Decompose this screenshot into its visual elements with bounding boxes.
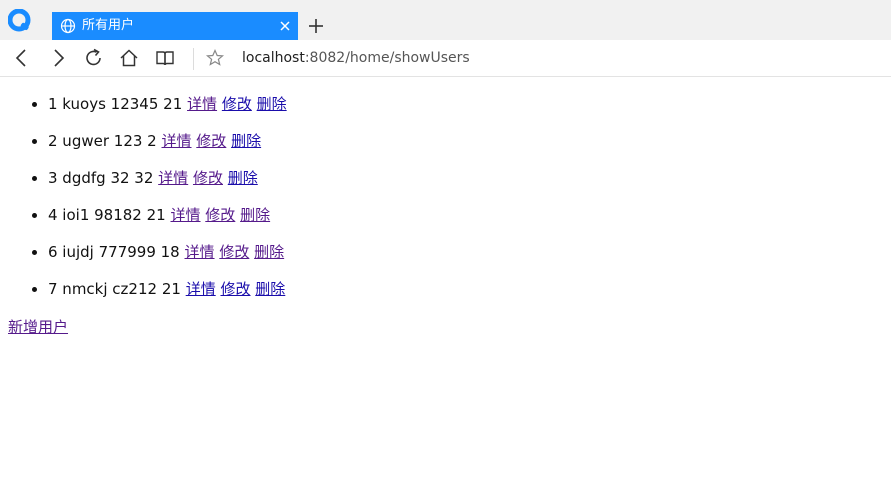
favorite-star-icon[interactable] <box>205 48 225 68</box>
delete-link[interactable]: 删除 <box>228 169 258 187</box>
delete-link[interactable]: 删除 <box>255 280 285 298</box>
close-tab-icon[interactable] <box>278 19 292 33</box>
back-arrow-icon[interactable] <box>12 48 32 68</box>
user-info: 7 nmckj cz212 21 <box>48 280 181 298</box>
user-row: 2 ugwer 123 2 详情 修改 删除 <box>48 131 287 168</box>
detail-link[interactable]: 详情 <box>171 206 201 224</box>
detail-link[interactable]: 详情 <box>187 95 217 113</box>
delete-link[interactable]: 删除 <box>240 206 270 224</box>
edit-link[interactable]: 修改 <box>222 95 252 113</box>
user-list: 1 kuoys 12345 21 详情 修改 删除 2 ugwer 123 2 … <box>0 94 287 316</box>
user-row: 6 iujdj 777999 18 详情 修改 删除 <box>48 242 287 279</box>
address-host: localhost <box>242 50 305 66</box>
reload-icon[interactable] <box>84 48 104 68</box>
navigation-toolbar: localhost:8082/home/showUsers <box>0 40 891 77</box>
edit-link[interactable]: 修改 <box>219 243 249 261</box>
user-row: 7 nmckj cz212 21 详情 修改 删除 <box>48 279 287 316</box>
edit-link[interactable]: 修改 <box>196 132 226 150</box>
delete-link[interactable]: 删除 <box>257 95 287 113</box>
edit-link[interactable]: 修改 <box>205 206 235 224</box>
address-bar[interactable]: localhost:8082/home/showUsers <box>242 49 470 67</box>
user-row: 3 dgdfg 32 32 详情 修改 删除 <box>48 168 287 205</box>
delete-link[interactable]: 删除 <box>231 132 261 150</box>
globe-icon <box>60 18 76 34</box>
detail-link[interactable]: 详情 <box>162 132 192 150</box>
delete-link[interactable]: 删除 <box>254 243 284 261</box>
home-icon[interactable] <box>119 48 139 68</box>
user-info: 3 dgdfg 32 32 <box>48 169 154 187</box>
detail-link[interactable]: 详情 <box>185 243 215 261</box>
forward-arrow-icon[interactable] <box>48 48 68 68</box>
user-info: 6 iujdj 777999 18 <box>48 243 180 261</box>
user-row: 4 ioi1 98182 21 详情 修改 删除 <box>48 205 287 242</box>
detail-link[interactable]: 详情 <box>186 280 216 298</box>
edit-link[interactable]: 修改 <box>193 169 223 187</box>
browser-window: 所有用户 localhost:8082/home/showUsers • 1 k… <box>0 0 891 491</box>
reading-view-book-icon[interactable] <box>155 48 175 68</box>
edit-link[interactable]: 修改 <box>220 280 250 298</box>
user-row: 1 kuoys 12345 21 详情 修改 删除 <box>48 94 287 131</box>
user-info: 4 ioi1 98182 21 <box>48 206 166 224</box>
user-info: 1 kuoys 12345 21 <box>48 95 183 113</box>
toolbar-divider <box>193 48 194 70</box>
new-tab-plus-icon[interactable] <box>306 16 326 36</box>
tab-strip: 所有用户 <box>0 0 891 40</box>
user-info: 2 ugwer 123 2 <box>48 132 157 150</box>
tab-all-users[interactable]: 所有用户 <box>52 12 298 40</box>
detail-link[interactable]: 详情 <box>158 169 188 187</box>
add-user-link[interactable]: 新增用户 <box>8 317 68 337</box>
tab-title: 所有用户 <box>82 18 135 33</box>
address-path: :8082/home/showUsers <box>304 50 470 66</box>
browser-logo-icon[interactable] <box>8 9 32 33</box>
